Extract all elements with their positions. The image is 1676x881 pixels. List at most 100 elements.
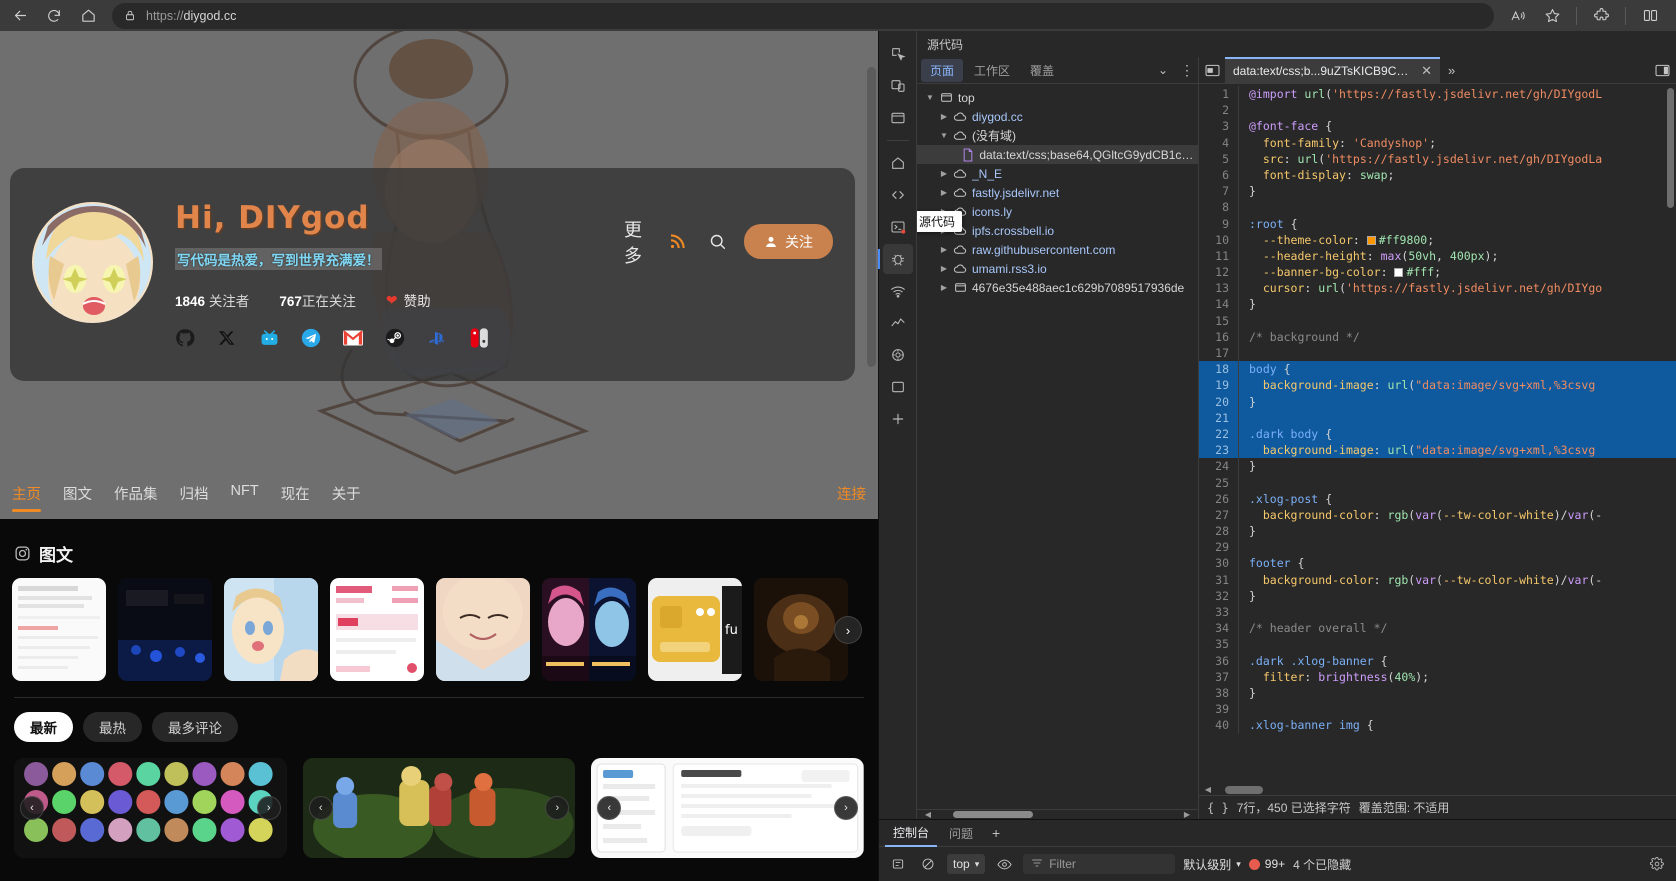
nav-item-shorts[interactable]: 图文	[63, 483, 92, 512]
line-number[interactable]: 4	[1199, 134, 1239, 151]
tree-node-no-domain[interactable]: ▼ (没有域)	[917, 126, 1198, 145]
line-number[interactable]: 21	[1199, 409, 1239, 426]
editor-tab-css[interactable]: data:text/css;b...9uZTsKICB9Cn0= ✕	[1225, 56, 1440, 84]
gmail-icon[interactable]	[343, 328, 363, 348]
page-scrollbar[interactable]	[867, 67, 876, 367]
clear-console-icon[interactable]	[887, 854, 909, 874]
close-icon[interactable]: ✕	[1421, 63, 1432, 79]
chevron-down-icon[interactable]: ⌄	[1152, 59, 1174, 81]
filter-hottest[interactable]: 最热	[83, 712, 142, 742]
post-card[interactable]: ‹ ›	[14, 758, 287, 858]
editor-hscrollbar[interactable]: ◀	[1199, 784, 1676, 795]
line-number[interactable]: 14	[1199, 296, 1239, 313]
shelf-card[interactable]	[12, 578, 106, 681]
home-icon[interactable]	[883, 148, 913, 178]
line-number[interactable]: 15	[1199, 312, 1239, 329]
read-aloud-icon[interactable]	[1502, 2, 1534, 30]
console-filter-input[interactable]: Filter	[1023, 854, 1176, 874]
line-number[interactable]: 28	[1199, 523, 1239, 540]
line-number[interactable]: 11	[1199, 247, 1239, 265]
search-icon[interactable]	[704, 229, 730, 255]
nav-item-connect[interactable]: 连接	[837, 483, 866, 512]
line-number[interactable]: 16	[1199, 328, 1239, 345]
nav-item-nft[interactable]: NFT	[231, 483, 259, 507]
twisty-icon[interactable]: ▶	[937, 264, 951, 273]
post-prev-button[interactable]: ‹	[308, 796, 333, 820]
rss-icon[interactable]	[664, 229, 690, 255]
telegram-icon[interactable]	[301, 328, 321, 348]
shelf-card[interactable]: fu	[648, 578, 742, 681]
tree-node-ne[interactable]: ▶ _N_E	[917, 164, 1198, 183]
twisty-icon[interactable]: ▼	[923, 93, 937, 102]
tree-node-hash-frame[interactable]: ▶ 4676e35e488aec1c629b7089517936de	[917, 278, 1198, 297]
tree-node-css-file[interactable]: data:text/css;base64,QGltcG9ydCB1cmwo	[917, 145, 1198, 164]
line-number[interactable]: 7	[1199, 183, 1239, 200]
more-options-icon[interactable]: 更多	[624, 220, 650, 266]
dock-right-icon[interactable]	[1648, 64, 1676, 77]
line-number[interactable]: 5	[1199, 150, 1239, 167]
line-number[interactable]: 35	[1199, 636, 1239, 653]
x-twitter-icon[interactable]	[217, 328, 237, 348]
inspect-element-icon[interactable]	[883, 39, 913, 69]
shelf-card[interactable]	[330, 578, 424, 681]
post-next-button[interactable]: ›	[256, 796, 281, 820]
back-button[interactable]	[4, 2, 36, 30]
steam-icon[interactable]	[385, 328, 405, 348]
performance-icon[interactable]	[883, 308, 913, 338]
extensions-icon[interactable]	[1585, 2, 1617, 30]
scroll-thumb[interactable]	[952, 810, 1033, 818]
tree-node-umami[interactable]: ▶ umami.rss3.io	[917, 259, 1198, 278]
line-number[interactable]: 24	[1199, 458, 1239, 475]
post-next-button[interactable]: ›	[834, 796, 859, 820]
line-number[interactable]: 23	[1199, 442, 1239, 459]
line-number[interactable]: 39	[1199, 701, 1239, 718]
scroll-track[interactable]	[933, 810, 1182, 819]
execution-context-select[interactable]: top ▾	[947, 854, 986, 874]
log-level-select[interactable]: 默认级别 ▾	[1183, 856, 1241, 873]
line-number[interactable]: 30	[1199, 555, 1239, 572]
shelf-card[interactable]	[224, 578, 318, 681]
line-number[interactable]: 32	[1199, 587, 1239, 604]
nav-item-portfolio[interactable]: 作品集	[114, 483, 158, 512]
line-number[interactable]: 31	[1199, 571, 1239, 588]
more-options-icon[interactable]: ⋮	[1176, 59, 1198, 81]
followers-stat[interactable]: 1846 关注者	[175, 290, 249, 310]
tree-node-top[interactable]: ▼ top	[917, 88, 1198, 107]
filter-latest[interactable]: 最新	[14, 712, 73, 742]
shelf-card[interactable]	[542, 578, 636, 681]
nintendo-switch-icon[interactable]	[469, 328, 489, 348]
editor-vscroll-thumb[interactable]	[1667, 88, 1674, 208]
line-number[interactable]: 10	[1199, 231, 1239, 248]
scroll-left-arrow[interactable]: ◀	[923, 810, 933, 819]
twisty-icon[interactable]: ▶	[937, 188, 951, 197]
line-number[interactable]: 40	[1199, 717, 1239, 734]
panel-toggle-icon[interactable]	[1199, 64, 1225, 77]
nav-item-about[interactable]: 关于	[332, 483, 361, 512]
add-tab-icon[interactable]: +	[985, 825, 1007, 841]
scroll-left-arrow[interactable]: ◀	[1203, 785, 1213, 794]
twisty-icon[interactable]: ▶	[937, 112, 951, 121]
shelf-card[interactable]	[118, 578, 212, 681]
tab-page[interactable]: 页面	[921, 58, 964, 82]
home-button[interactable]	[72, 2, 104, 30]
post-card[interactable]: ‹ ›	[302, 758, 576, 858]
tree-node-githubusercontent[interactable]: ▶ raw.githubusercontent.com	[917, 240, 1198, 259]
line-number[interactable]: 22	[1199, 425, 1239, 443]
twisty-icon[interactable]: ▼	[937, 131, 951, 140]
elements-panel-icon[interactable]	[883, 103, 913, 133]
shelf-next-button[interactable]: ›	[834, 616, 862, 644]
shelf-card[interactable]	[436, 578, 530, 681]
line-number[interactable]: 38	[1199, 684, 1239, 702]
tree-node-diygod[interactable]: ▶ diygod.cc	[917, 107, 1198, 126]
debugger-bug-icon[interactable]	[877, 244, 913, 274]
line-number[interactable]: 19	[1199, 377, 1239, 394]
device-toolbar-icon[interactable]	[883, 71, 913, 101]
error-count-badge[interactable]: 99+	[1248, 857, 1285, 871]
nav-item-home[interactable]: 主页	[12, 483, 41, 512]
line-number[interactable]: 9	[1199, 215, 1239, 232]
line-number[interactable]: 17	[1199, 345, 1239, 362]
twisty-icon[interactable]: ▶	[937, 283, 951, 292]
more-tools-plus-icon[interactable]	[883, 404, 913, 434]
tab-overrides[interactable]: 覆盖	[1021, 59, 1063, 82]
sources-code-icon[interactable]	[883, 180, 913, 210]
